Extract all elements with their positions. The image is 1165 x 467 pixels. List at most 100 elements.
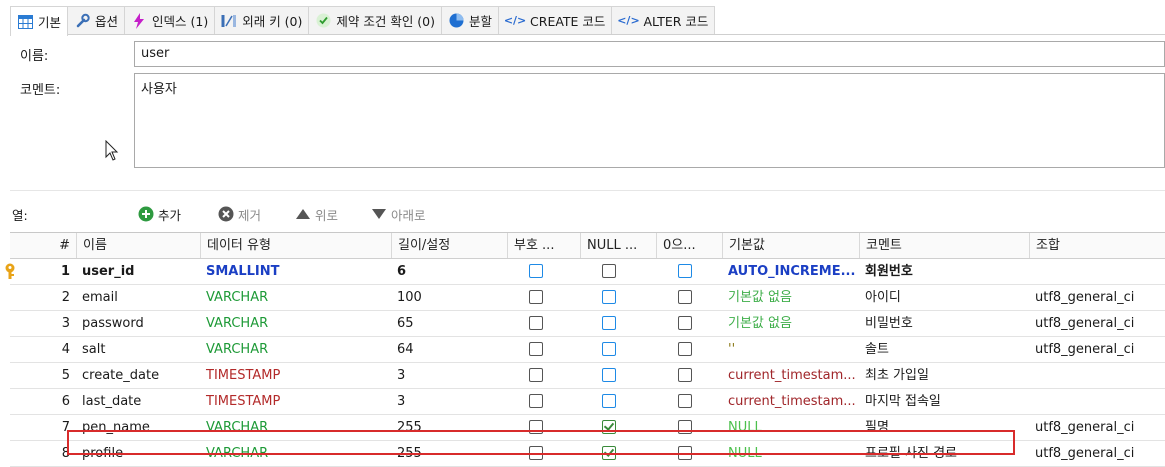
length-cell[interactable]: 64 [391,337,507,362]
table-row[interactable]: 3 password VARCHAR 65 기본값 없음 비밀번호 utf8_general… [10,311,1165,337]
hdr-unsigned[interactable]: 부호 ... [507,233,580,258]
unsigned-checkbox[interactable] [529,316,543,330]
hdr-default[interactable]: 기본값 [722,233,859,258]
collation-cell[interactable]: utf8_general_ci [1029,337,1165,362]
comment-cell[interactable]: 필명 [859,415,1029,440]
zerofill-checkbox[interactable] [678,420,692,434]
unsigned-checkbox[interactable] [529,264,543,278]
comment-cell[interactable]: 프로필 사진 경로 [859,441,1029,466]
comment-cell[interactable]: 아이디 [859,285,1029,310]
row-number[interactable]: 7 [50,415,76,440]
default-value-cell[interactable]: 기본값 없음 [722,285,859,310]
length-cell[interactable]: 255 [391,441,507,466]
table-row[interactable]: 1 user_id SMALLINT 6 AUTO_INCREME... 회원번호 [5,259,1165,285]
length-cell[interactable]: 255 [391,415,507,440]
zerofill-checkbox[interactable] [678,264,692,278]
hdr-collation[interactable]: 조합 [1029,233,1165,258]
default-value-cell[interactable]: 기본값 없음 [722,311,859,336]
null-checkbox[interactable] [602,264,616,278]
unsigned-checkbox[interactable] [529,446,543,460]
column-name-cell[interactable]: email [76,285,200,310]
move-down-button[interactable]: 아래로 [371,203,426,225]
data-type-cell[interactable]: VARCHAR [200,311,391,336]
table-comment-textarea[interactable]: 사용자 [134,73,1165,168]
null-checkbox[interactable] [602,290,616,304]
data-type-cell[interactable]: VARCHAR [200,285,391,310]
comment-cell[interactable]: 회원번호 [859,259,1029,284]
collation-cell[interactable]: utf8_general_ci [1029,311,1165,336]
unsigned-checkbox[interactable] [529,368,543,382]
zerofill-checkbox[interactable] [678,290,692,304]
default-value-cell[interactable]: AUTO_INCREME... [722,259,859,284]
unsigned-checkbox[interactable] [529,342,543,356]
row-number[interactable]: 4 [50,337,76,362]
move-up-button[interactable]: 위로 [295,203,338,225]
null-checkbox[interactable] [602,394,616,408]
data-type-cell[interactable]: VARCHAR [200,441,391,466]
add-column-button[interactable]: 추가 [138,203,181,225]
length-cell[interactable]: 3 [391,363,507,388]
hdr-length[interactable]: 길이/설정 [391,233,507,258]
zerofill-checkbox[interactable] [678,316,692,330]
row-number[interactable]: 8 [50,441,76,466]
table-row[interactable]: 2 email VARCHAR 100 기본값 없음 아이디 utf8_general_ci [10,285,1165,311]
zerofill-checkbox[interactable] [678,394,692,408]
table-row[interactable]: 6 last_date TIMESTAMP 3 current_timestam... 마… [10,389,1165,415]
table-name-input[interactable]: user [134,41,1165,67]
column-name-cell[interactable]: last_date [76,389,200,414]
comment-cell[interactable]: 비밀번호 [859,311,1029,336]
table-row[interactable]: 7 pen_name VARCHAR 255 NULL 필명 utf8_general_ci [10,415,1165,441]
column-name-cell[interactable]: salt [76,337,200,362]
default-value-cell[interactable]: NULL [722,415,859,440]
default-value-cell[interactable]: NULL [722,441,859,466]
data-type-cell[interactable]: SMALLINT [200,259,391,284]
hdr-type[interactable]: 데이터 유형 [200,233,391,258]
zerofill-checkbox[interactable] [678,368,692,382]
table-row[interactable]: 5 create_date TIMESTAMP 3 current_timestam..… [10,363,1165,389]
remove-column-button[interactable]: 제거 [218,203,261,225]
unsigned-checkbox[interactable] [529,420,543,434]
hdr-num[interactable]: # [50,233,76,258]
table-row[interactable]: 8 profile VARCHAR 255 NULL 프로필 사진 경로 utf8_gene… [10,441,1165,467]
tab-alter-code[interactable]: </> ALTER 코드 [611,6,716,34]
tab-check-constraints[interactable]: 제약 조건 확인 (0) [308,6,443,34]
row-number[interactable]: 2 [50,285,76,310]
zerofill-checkbox[interactable] [678,446,692,460]
null-checkbox[interactable] [602,368,616,382]
unsigned-checkbox[interactable] [529,394,543,408]
collation-cell[interactable]: utf8_general_ci [1029,415,1165,440]
collation-cell[interactable] [1029,259,1165,284]
data-type-cell[interactable]: VARCHAR [200,337,391,362]
tab-foreign-keys[interactable]: 외래 키 (0) [214,6,310,34]
default-value-cell[interactable]: '' [722,337,859,362]
column-name-cell[interactable]: user_id [76,259,200,284]
collation-cell[interactable] [1029,389,1165,414]
comment-cell[interactable]: 솔트 [859,337,1029,362]
data-type-cell[interactable]: TIMESTAMP [200,389,391,414]
zerofill-checkbox[interactable] [678,342,692,356]
row-number[interactable]: 3 [50,311,76,336]
comment-cell[interactable]: 최초 가입일 [859,363,1029,388]
collation-cell[interactable]: utf8_general_ci [1029,441,1165,466]
tab-create-code[interactable]: </> CREATE 코드 [498,6,613,34]
hdr-comment[interactable]: 코멘트 [859,233,1029,258]
default-value-cell[interactable]: current_timestam... [722,363,859,388]
collation-cell[interactable] [1029,363,1165,388]
null-checkbox[interactable] [602,316,616,330]
column-name-cell[interactable]: password [76,311,200,336]
tab-partitions[interactable]: 분할 [441,6,500,34]
column-name-cell[interactable]: pen_name [76,415,200,440]
null-checkbox[interactable] [602,342,616,356]
row-number[interactable]: 6 [50,389,76,414]
hdr-name[interactable]: 이름 [76,233,200,258]
row-number[interactable]: 5 [50,363,76,388]
column-name-cell[interactable]: create_date [76,363,200,388]
unsigned-checkbox[interactable] [529,290,543,304]
tab-indexes[interactable]: 인덱스 (1) [124,6,216,34]
length-cell[interactable]: 6 [391,259,507,284]
hdr-zerofill[interactable]: 0으... [656,233,722,258]
length-cell[interactable]: 3 [391,389,507,414]
data-type-cell[interactable]: VARCHAR [200,415,391,440]
default-value-cell[interactable]: current_timestam... [722,389,859,414]
collation-cell[interactable]: utf8_general_ci [1029,285,1165,310]
